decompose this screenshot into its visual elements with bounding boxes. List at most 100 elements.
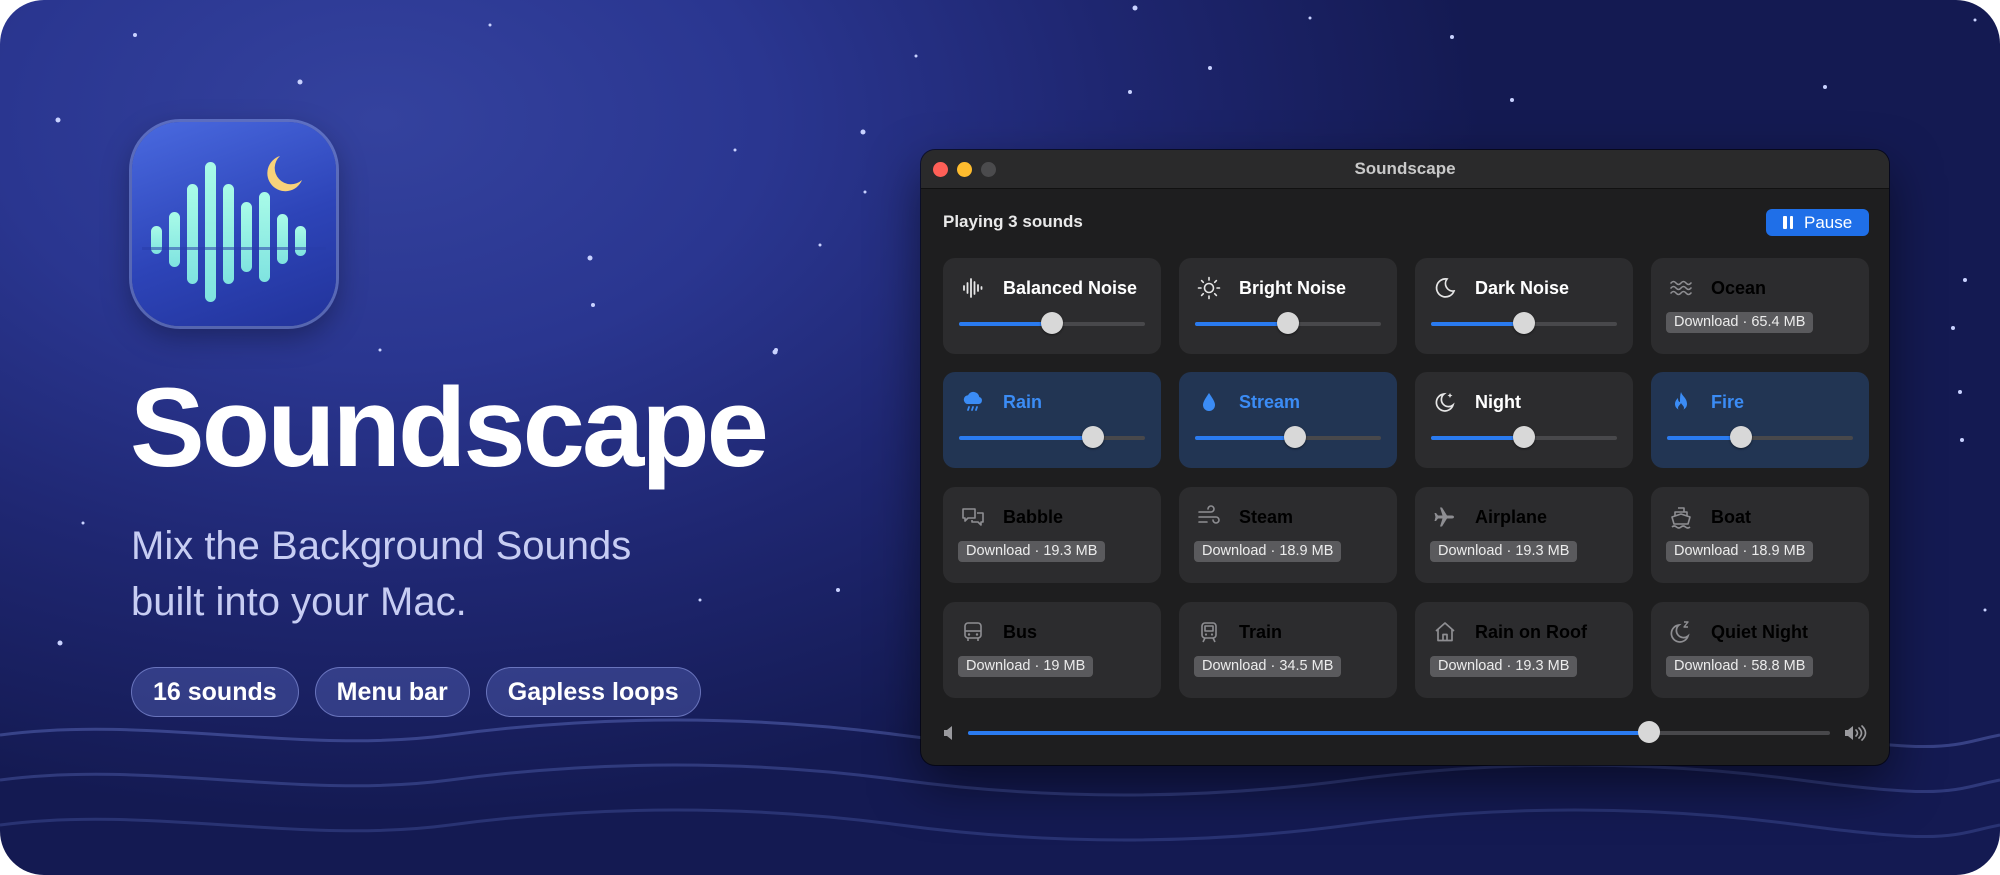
sun-icon — [1197, 276, 1221, 300]
slider-knob[interactable] — [1081, 426, 1104, 448]
pill-gapless-loops: Gapless loops — [485, 667, 701, 717]
sound-label: Stream — [1239, 392, 1301, 412]
sound-card-train[interactable]: Train Download · 34.5 MB — [1179, 602, 1397, 698]
waves-icon — [1670, 280, 1692, 296]
sound-card-ocean[interactable]: Ocean Download · 65.4 MB — [1651, 258, 1869, 354]
sound-label: Night — [1475, 392, 1521, 412]
drop-icon — [1203, 393, 1215, 411]
download-button[interactable]: Download · 19.3 MB — [1430, 541, 1578, 562]
wind-icon — [1198, 505, 1220, 524]
slider-fill — [1195, 322, 1288, 326]
download-button[interactable]: Download · 19.3 MB — [1430, 656, 1578, 677]
slider-knob[interactable] — [1513, 426, 1535, 448]
feature-pills: 16 sounds Menu bar Gapless loops — [131, 667, 701, 717]
tram-icon — [1201, 622, 1217, 643]
waveform-icon — [963, 278, 983, 298]
sound-label: Fire — [1711, 392, 1745, 412]
sound-label: Rain on Roof — [1475, 622, 1587, 642]
app-icon — [132, 122, 336, 326]
sound-card-quiet-night[interactable]: Quiet Night Download · 58.8 MB — [1651, 602, 1869, 698]
ferry-icon — [1671, 507, 1691, 529]
download-button[interactable]: Download · 18.9 MB — [1194, 541, 1342, 562]
hero-tagline: Mix the Background Sounds built into you… — [131, 518, 751, 630]
slider-fill — [1431, 322, 1524, 326]
download-button[interactable]: Download · 58.8 MB — [1666, 656, 1814, 677]
sound-card-dark-noise[interactable]: Dark Noise — [1415, 258, 1633, 354]
sound-card-balanced-noise[interactable]: Balanced Noise — [943, 258, 1161, 354]
sound-label: Boat — [1711, 507, 1751, 527]
slider-knob[interactable] — [1513, 312, 1535, 334]
sound-label: Quiet Night — [1711, 622, 1808, 642]
master-volume-fill — [968, 731, 1649, 735]
sound-volume-slider[interactable] — [1431, 426, 1617, 448]
slider-knob[interactable] — [1730, 426, 1753, 448]
master-volume-slider[interactable] — [968, 721, 1830, 743]
tagline-line-1: Mix the Background Sounds — [131, 524, 632, 568]
moon-icon — [1435, 278, 1456, 298]
sound-card-night[interactable]: Night — [1415, 372, 1633, 468]
cloud-rain-icon — [963, 391, 982, 411]
sound-label: Bus — [1003, 622, 1038, 642]
sound-volume-slider[interactable] — [1195, 312, 1381, 334]
sound-card-bus[interactable]: Bus Download · 19 MB — [943, 602, 1161, 698]
sound-card-airplane[interactable]: Airplane Download · 19.3 MB — [1415, 487, 1633, 583]
volume-high-icon — [1845, 725, 1867, 741]
volume-low-icon — [944, 726, 952, 740]
sound-label: Dark Noise — [1475, 278, 1570, 298]
tagline-line-2: built into your Mac. — [131, 580, 467, 624]
hero-title: Soundscape — [130, 365, 769, 490]
sound-card-fire[interactable]: Fire — [1651, 372, 1869, 468]
sound-volume-slider[interactable] — [959, 426, 1145, 448]
flame-icon — [1675, 392, 1687, 411]
slider-fill — [959, 436, 1093, 440]
sound-volume-slider[interactable] — [1195, 426, 1381, 448]
sound-label: Rain — [1003, 392, 1043, 412]
download-button[interactable]: Download · 65.4 MB — [1666, 312, 1814, 333]
download-button[interactable]: Download · 19 MB — [958, 656, 1094, 677]
sound-card-boat[interactable]: Boat Download · 18.9 MB — [1651, 487, 1869, 583]
sound-card-stream[interactable]: Stream — [1179, 372, 1397, 468]
slider-fill — [1195, 436, 1296, 440]
pill-sound-count: 16 sounds — [131, 667, 299, 717]
window-title: Soundscape — [1354, 159, 1456, 178]
download-button[interactable]: Download · 18.9 MB — [1666, 541, 1814, 562]
pause-label: Pause — [1804, 213, 1853, 232]
master-volume-knob[interactable] — [1637, 721, 1660, 743]
app-window: Soundscape Playing 3 sounds Pause Balanc… — [921, 150, 1889, 765]
playing-status: Playing 3 sounds — [943, 212, 1083, 231]
moon-zzz-icon — [1670, 621, 1690, 643]
download-button[interactable]: Download · 19.3 MB — [958, 541, 1106, 562]
sound-label: Bright Noise — [1239, 278, 1347, 298]
sound-volume-slider[interactable] — [959, 312, 1145, 334]
bus-icon — [964, 622, 982, 641]
sound-card-rain-on-roof[interactable]: Rain on Roof Download · 19.3 MB — [1415, 602, 1633, 698]
download-button[interactable]: Download · 34.5 MB — [1194, 656, 1342, 677]
soundwave-moon-icon — [142, 156, 326, 302]
pause-button[interactable]: Pause — [1766, 209, 1869, 236]
pill-menu-bar: Menu bar — [314, 667, 470, 717]
sound-card-babble[interactable]: Babble Download · 19.3 MB — [943, 487, 1161, 583]
speech-bubbles-icon — [962, 508, 984, 526]
slider-knob[interactable] — [1284, 426, 1307, 448]
sound-label: Airplane — [1475, 507, 1548, 527]
slider-fill — [959, 322, 1052, 326]
sound-card-bright-noise[interactable]: Bright Noise — [1179, 258, 1397, 354]
sound-label: Train — [1239, 622, 1283, 642]
sound-card-rain[interactable]: Rain — [943, 372, 1161, 468]
sound-label: Steam — [1239, 507, 1294, 527]
sound-volume-slider[interactable] — [1431, 312, 1617, 334]
slider-fill — [1431, 436, 1524, 440]
slider-knob[interactable] — [1041, 312, 1063, 334]
moon-stars-icon — [1435, 392, 1455, 412]
slider-knob[interactable] — [1277, 312, 1299, 334]
title-bar: Soundscape — [921, 150, 1889, 189]
sound-card-steam[interactable]: Steam Download · 18.9 MB — [1179, 487, 1397, 583]
sound-volume-slider[interactable] — [1667, 426, 1853, 448]
sound-label: Balanced Noise — [1003, 278, 1138, 298]
sound-label: Babble — [1003, 507, 1064, 527]
airplane-icon — [1434, 507, 1454, 527]
sound-label: Ocean — [1711, 278, 1767, 298]
promo-banner: Soundscape Mix the Background Sounds bui… — [0, 0, 2000, 875]
house-icon — [1435, 622, 1455, 642]
pause-icon — [1783, 216, 1793, 229]
